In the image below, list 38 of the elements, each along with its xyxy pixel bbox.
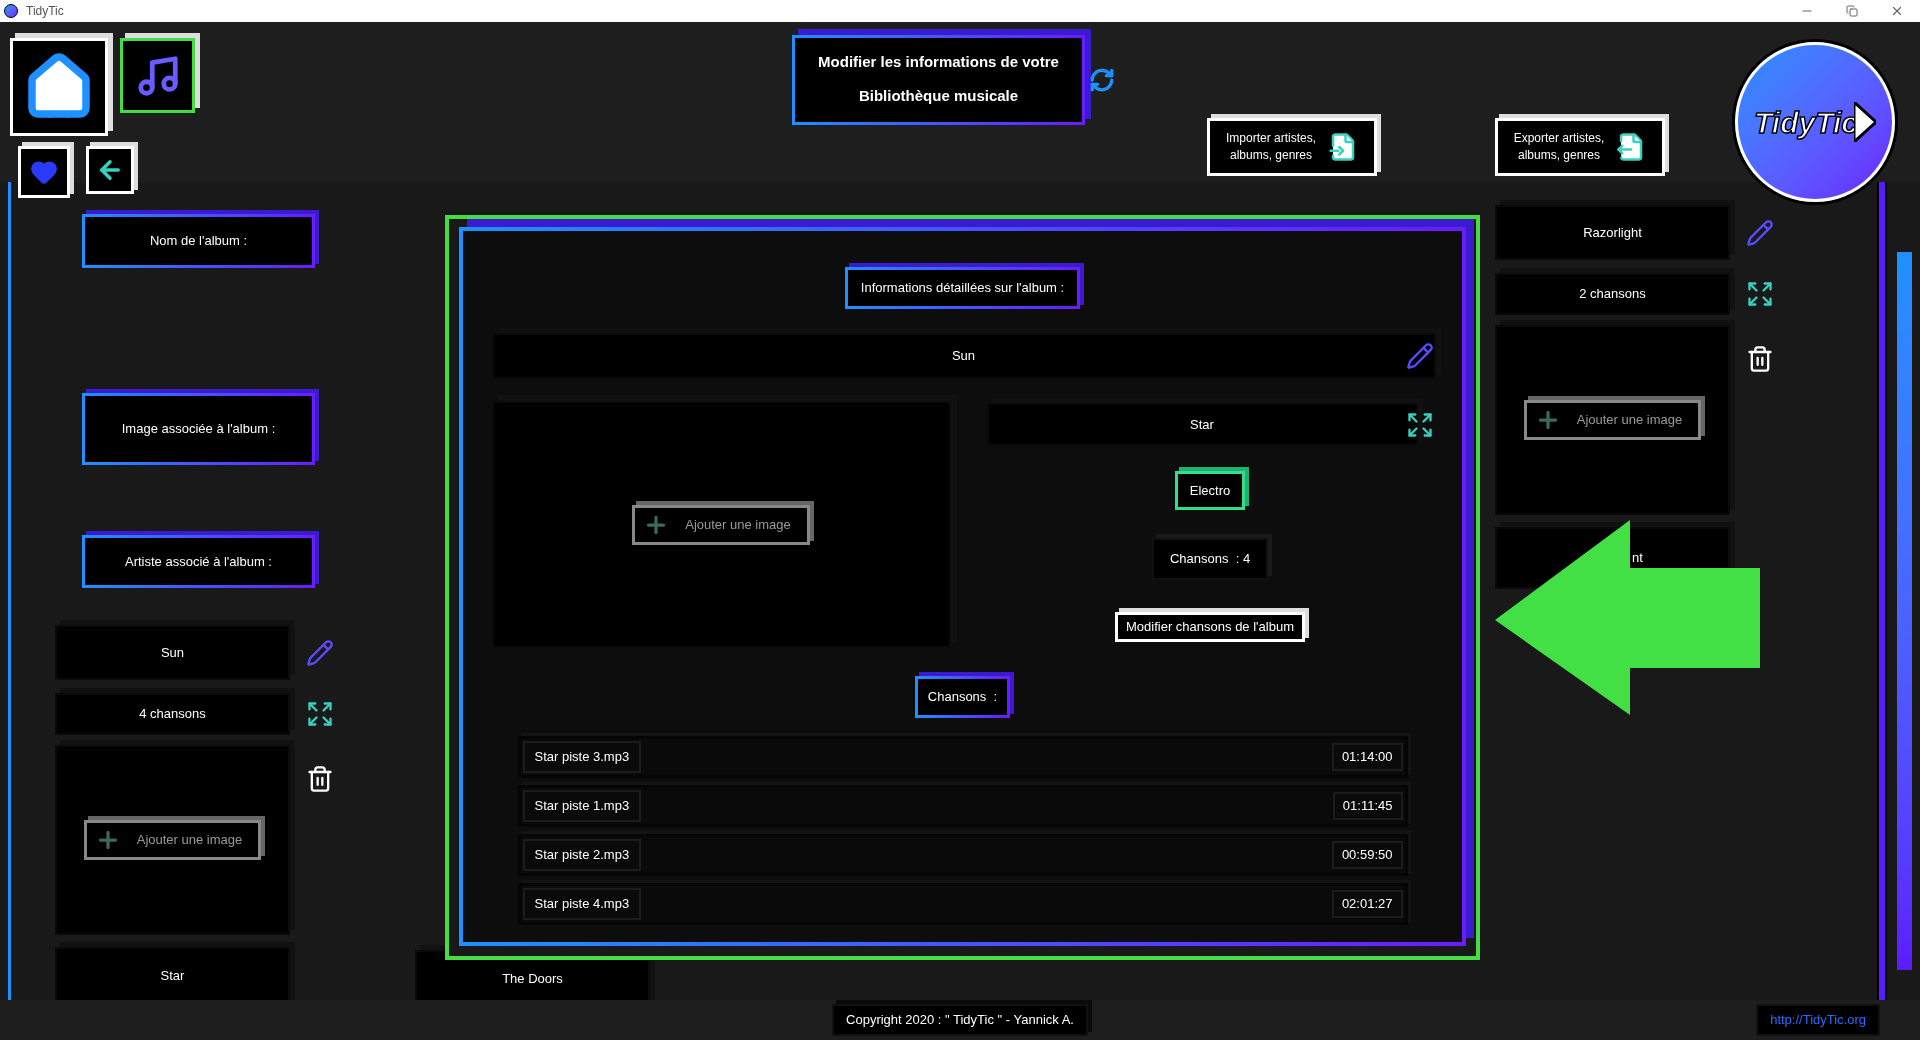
left-arrow-icon: [1495, 520, 1760, 715]
song-name: Star piste 1.mp3: [522, 790, 642, 822]
song-duration: 02:01:27: [1331, 890, 1403, 918]
page-title: Modifier les informations de votre: [818, 52, 1059, 73]
pencil-icon[interactable]: [1746, 218, 1774, 247]
window-title: TidyTic: [26, 3, 64, 20]
pencil-icon[interactable]: [1405, 342, 1434, 370]
heart-icon: [30, 158, 58, 186]
song-duration: 01:14:00: [1331, 743, 1403, 771]
website-link[interactable]: http://TidyTic.org: [1756, 1004, 1880, 1036]
song-name: Star piste 4.mp3: [522, 888, 642, 920]
song-row[interactable]: Star piste 2.mp3 00:59:50: [517, 834, 1408, 876]
songs-heading: Chansons :: [927, 688, 998, 707]
label-text: Nom de l'album :: [149, 232, 248, 251]
pencil-icon[interactable]: [306, 638, 334, 667]
song-name: Star piste 2.mp3: [522, 839, 642, 871]
song-name: Star piste 3.mp3: [522, 741, 642, 773]
refresh-icon[interactable]: [1089, 66, 1115, 93]
logo-text: TidyTic: [1754, 104, 1858, 141]
trash-icon[interactable]: [306, 765, 334, 793]
app-icon: [4, 4, 18, 18]
dialog-heading: Informations détaillées sur l'album :: [860, 279, 1065, 298]
restore-icon[interactable]: [1846, 5, 1858, 17]
song-row[interactable]: Star piste 1.mp3 01:11:45: [517, 785, 1408, 827]
scrollbar-thumb[interactable]: [1897, 252, 1912, 970]
page-title: Bibliothèque musicale: [858, 86, 1019, 107]
expand-icon[interactable]: [1746, 280, 1774, 308]
song-duration: 01:11:45: [1332, 792, 1403, 820]
expand-icon[interactable]: [306, 700, 334, 728]
logo-arrow-icon: [1853, 102, 1876, 142]
label-text: Artiste associé à l'album :: [125, 552, 272, 571]
song-duration: 00:59:50: [1331, 841, 1403, 869]
song-row[interactable]: Star piste 4.mp3 02:01:27: [517, 883, 1408, 925]
expand-icon[interactable]: [1405, 410, 1434, 439]
trash-icon[interactable]: [1746, 345, 1774, 373]
song-row[interactable]: Star piste 3.mp3 01:14:00: [517, 736, 1408, 778]
close-icon[interactable]: [1890, 4, 1904, 18]
label-text: Image associée à l'album :: [121, 420, 276, 439]
